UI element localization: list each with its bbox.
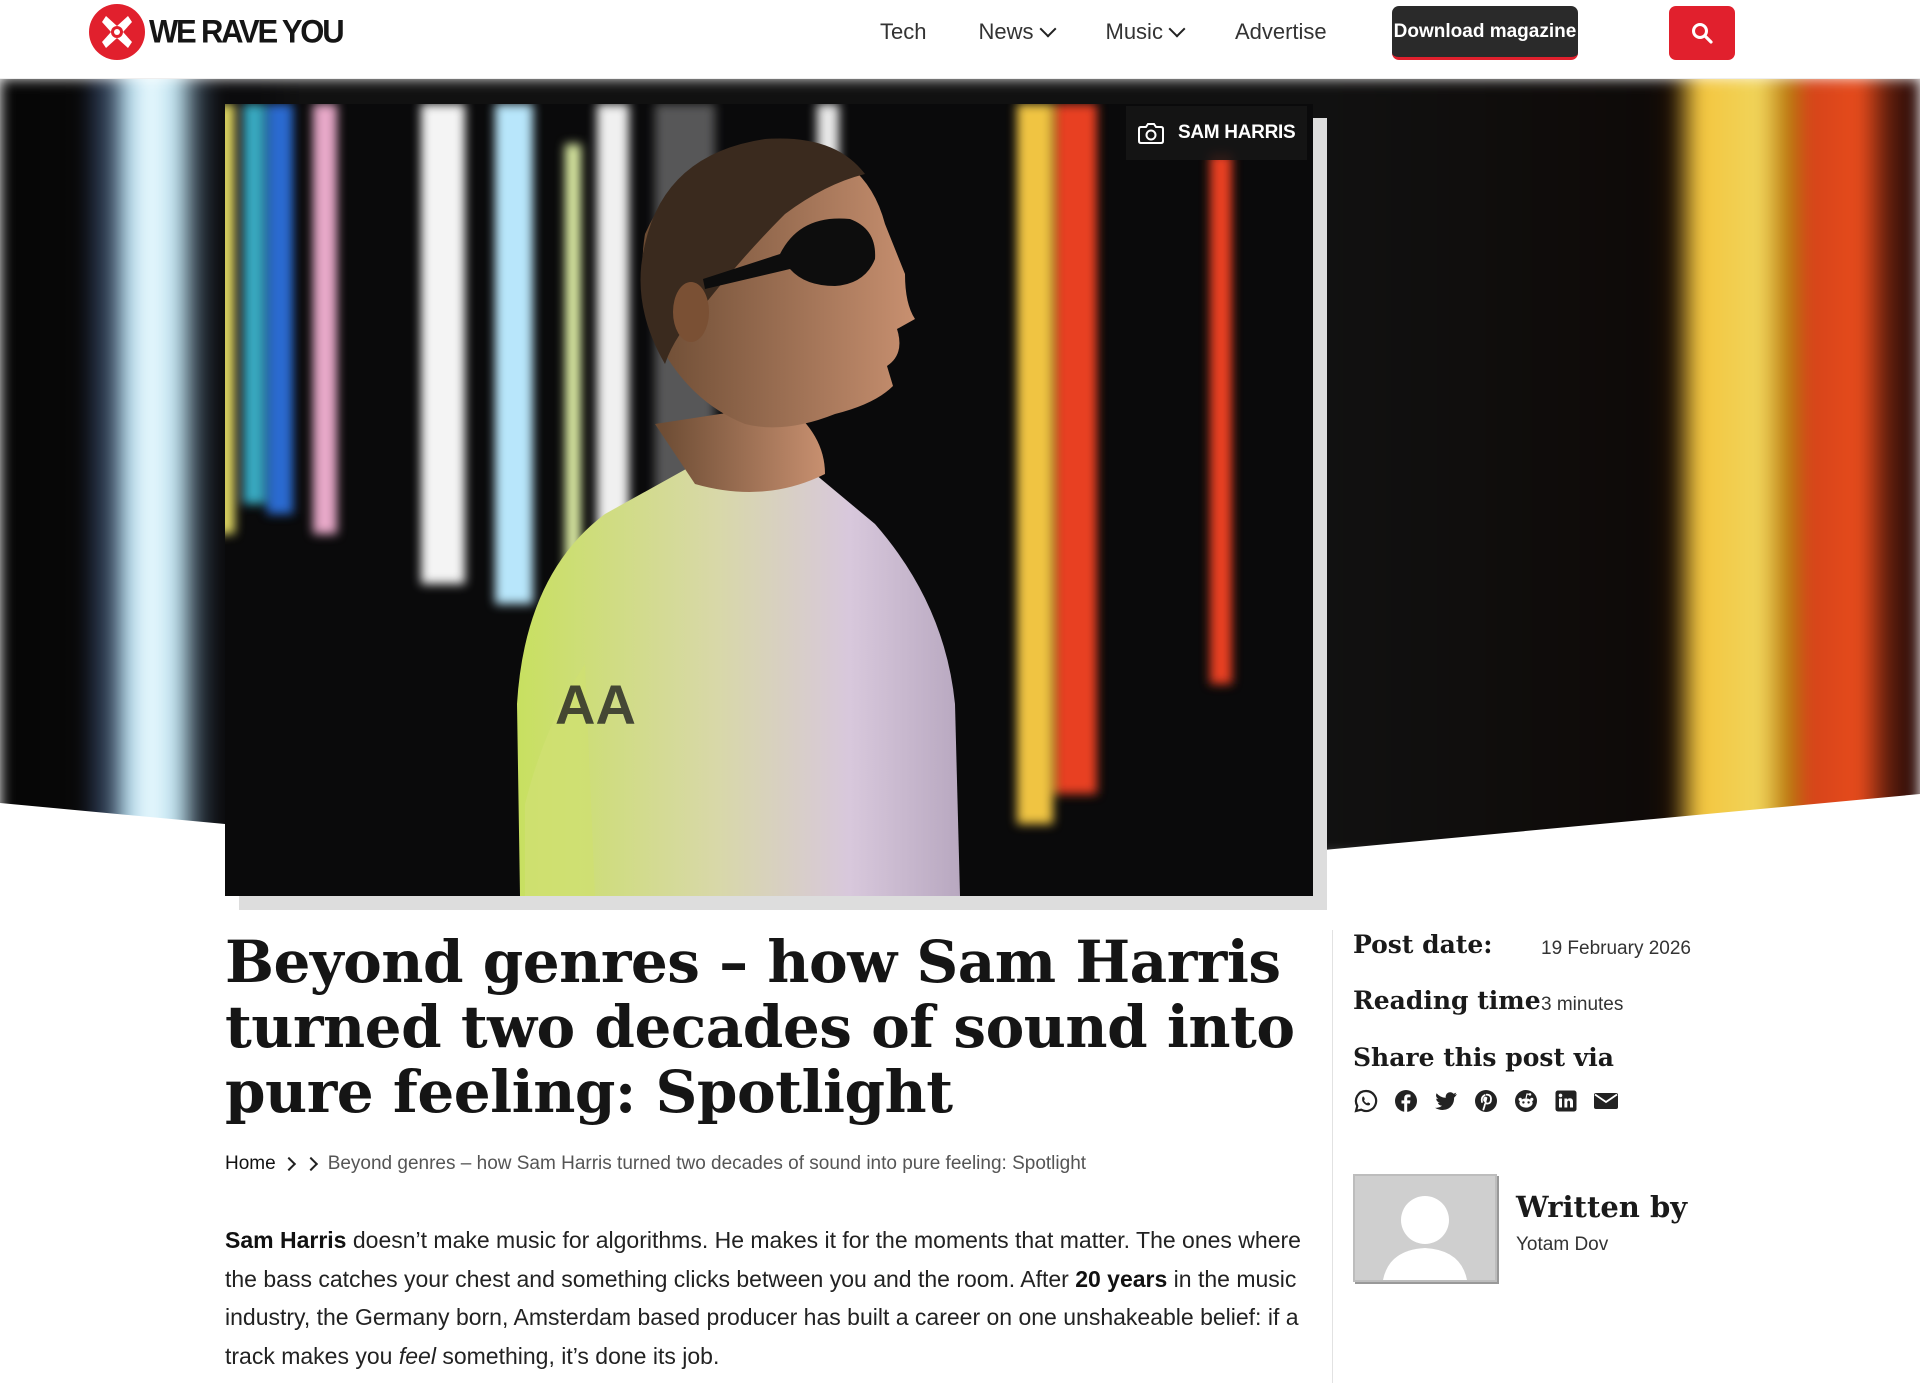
share-icons <box>1353 1088 1619 1114</box>
chevron-right-icon <box>303 1156 318 1172</box>
artist-name-link[interactable]: Sam Harris <box>225 1227 346 1253</box>
nav-item-tech[interactable]: Tech <box>880 19 926 45</box>
search-icon <box>1692 23 1713 44</box>
breadcrumb-home-link[interactable]: Home <box>225 1153 276 1175</box>
nav-label: News <box>978 19 1034 44</box>
nav-item-advertise[interactable]: Advertise <box>1235 19 1327 45</box>
intro-bold-years: 20 years <box>1075 1265 1168 1292</box>
whatsapp-icon[interactable] <box>1353 1088 1379 1114</box>
post-date-label: Post date: <box>1353 930 1493 959</box>
article-title: Beyond genres – how Sam Harris turned tw… <box>225 928 1295 1126</box>
author-avatar[interactable] <box>1353 1174 1497 1282</box>
main-nav: Tech News Music Advertise <box>880 0 1379 64</box>
email-icon[interactable] <box>1593 1088 1619 1114</box>
intro-italic: feel <box>398 1342 436 1369</box>
intro-text: something, it’s done its job. <box>435 1342 720 1369</box>
site-logo[interactable]: WE RAVE YOU <box>89 4 345 60</box>
chevron-down-icon <box>1168 20 1186 38</box>
article-intro: Sam Harris doesn’t make music for algori… <box>225 1221 1315 1375</box>
sidebar-divider <box>1332 930 1333 1383</box>
nav-item-news[interactable]: News <box>978 19 1056 45</box>
photo-credit-text: SAM HARRIS <box>1178 122 1296 143</box>
reddit-icon[interactable] <box>1513 1088 1539 1114</box>
download-magazine-button[interactable]: Download magazine <box>1392 6 1578 60</box>
twitter-icon[interactable] <box>1433 1088 1459 1114</box>
chevron-down-icon <box>1039 20 1056 38</box>
svg-text:AA: AA <box>555 673 636 736</box>
site-header: WE RAVE YOU Tech News Music Advertise Do… <box>0 0 1920 79</box>
photo-credit: SAM HARRIS <box>1126 106 1308 160</box>
logo-text: WE RAVE YOU <box>149 13 345 50</box>
reading-time-value: 3 minutes <box>1541 994 1624 1015</box>
reading-time-label: Reading time <box>1353 986 1541 1015</box>
author-name-link[interactable]: Yotam Dov <box>1516 1234 1608 1256</box>
breadcrumb-current: Beyond genres – how Sam Harris turned tw… <box>327 1153 1087 1174</box>
logo-mark-icon <box>89 4 145 60</box>
nav-item-music[interactable]: Music <box>1105 19 1186 45</box>
pinterest-icon[interactable] <box>1473 1088 1499 1114</box>
facebook-icon[interactable] <box>1393 1088 1419 1114</box>
share-label: Share this post via <box>1353 1043 1614 1072</box>
nav-label: Music <box>1105 19 1163 44</box>
user-placeholder-icon <box>1383 1196 1467 1280</box>
breadcrumb: Home Beyond genres – how Sam Harris turn… <box>225 1153 1086 1175</box>
linkedin-icon[interactable] <box>1553 1088 1579 1114</box>
hero-photo: AA <box>225 104 1313 896</box>
post-date-value: 19 February 2026 <box>1541 938 1691 959</box>
search-button[interactable] <box>1669 6 1735 60</box>
camera-icon <box>1138 123 1164 144</box>
chevron-right-icon <box>281 1156 296 1172</box>
nav-label: Advertise <box>1234 19 1327 44</box>
nav-label: Tech <box>880 19 927 44</box>
written-by-label: Written by <box>1516 1190 1688 1224</box>
